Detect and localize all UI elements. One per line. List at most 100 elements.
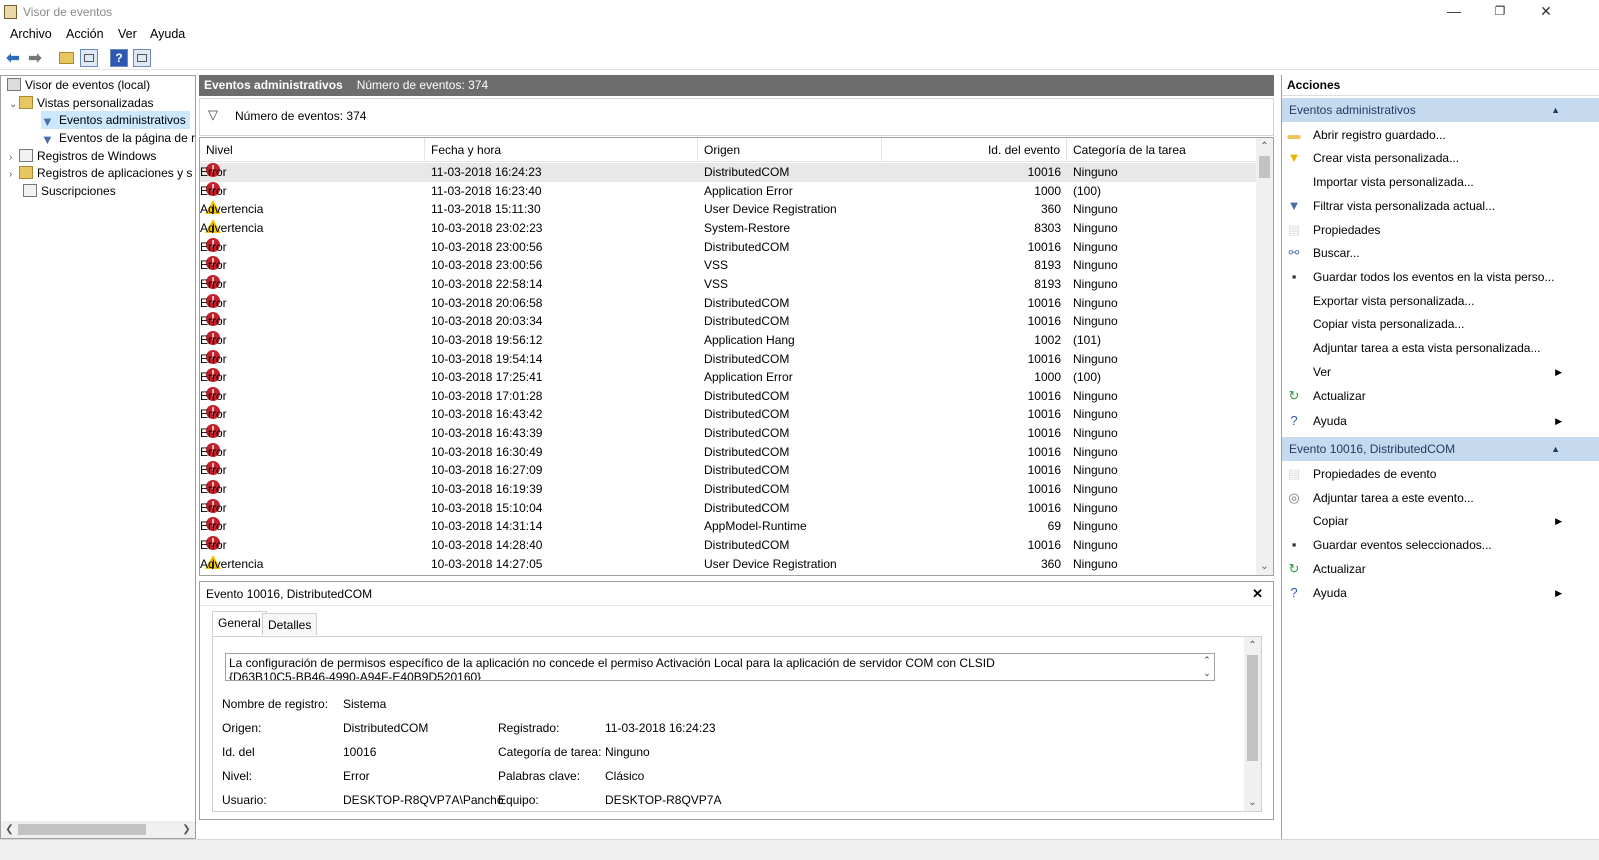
table-row[interactable]: ! Error 10-03-2018 23:00:56 VSS 8193 Ninguno bbox=[200, 256, 1258, 275]
center-header: Eventos administrativos Número de eventos… bbox=[199, 75, 1274, 96]
action-adjuntar-tarea-a-esta-vista-personalizada[interactable]: Adjuntar tarea a esta vista personalizad… bbox=[1282, 336, 1599, 360]
tree-item-subscriptions[interactable]: Suscripciones bbox=[23, 182, 116, 200]
back-arrow-icon[interactable]: ⬅ bbox=[4, 49, 22, 67]
table-row[interactable]: ! Error 10-03-2018 16:19:39 DistributedCOM 1… bbox=[200, 480, 1258, 499]
table-row[interactable]: ! Error 10-03-2018 19:54:14 DistributedCOM 1… bbox=[200, 349, 1258, 369]
action-label: Guardar eventos seleccionados... bbox=[1313, 538, 1492, 552]
help-icon[interactable]: ? bbox=[110, 49, 128, 67]
event-action-adjuntar-tarea-a-este-evento[interactable]: ◎ Adjuntar tarea a este evento... bbox=[1282, 486, 1599, 510]
tree-item-custom-views[interactable]: ⌄ Vistas personalizadas bbox=[9, 94, 154, 112]
source-value: DistributedCOM bbox=[343, 721, 429, 735]
table-row[interactable]: ! Error 10-03-2018 23:00:56 DistributedCOM 1… bbox=[200, 237, 1258, 257]
action-abrir-registro-guardado[interactable]: ▬ Abrir registro guardado... bbox=[1282, 123, 1599, 147]
table-row[interactable]: ! Error 10-03-2018 14:31:14 AppModel-Runtim… bbox=[200, 517, 1258, 536]
table-row[interactable]: ! Error 10-03-2018 17:25:41 Application Err… bbox=[200, 368, 1258, 387]
column-header-source[interactable]: Origen bbox=[698, 138, 882, 162]
action-importar-vista-personalizada[interactable]: Importar vista personalizada... bbox=[1282, 170, 1599, 194]
action-crear-vista-personalizada[interactable]: ▼ Crear vista personalizada... bbox=[1282, 146, 1599, 170]
refresh-icon: ↻ bbox=[1288, 388, 1300, 403]
event-id-cell: 10016 bbox=[1027, 407, 1061, 422]
event-action-guardar-eventos-seleccionados[interactable]: ▪ Guardar eventos seleccionados... bbox=[1282, 533, 1599, 557]
event-action-ayuda[interactable]: ? Ayuda ▶ bbox=[1282, 581, 1599, 605]
tree-item-app-logs[interactable]: › Registros de aplicaciones y s bbox=[9, 164, 192, 182]
table-row[interactable]: ! Advertencia 10-03-2018 23:02:23 System-Re… bbox=[200, 218, 1258, 238]
collapse-section-icon[interactable]: ▲ bbox=[1551, 437, 1560, 461]
table-row[interactable]: ! Advertencia 11-03-2018 15:11:30 User Devi… bbox=[200, 200, 1258, 219]
table-row[interactable]: ! Error 10-03-2018 20:03:34 DistributedCOM 1… bbox=[200, 312, 1258, 331]
expand-chevron-icon[interactable]: › bbox=[9, 166, 19, 184]
event-action-copiar[interactable]: Copiar ▶ bbox=[1282, 509, 1599, 533]
table-row[interactable]: ! Error 10-03-2018 16:43:39 DistributedCOM 1… bbox=[200, 424, 1258, 443]
action-buscar[interactable]: ⚯ Buscar... bbox=[1282, 241, 1599, 265]
actions-section-admin-events[interactable]: Eventos administrativos ▲ bbox=[1282, 98, 1599, 122]
column-header-event-id[interactable]: Id. del evento bbox=[882, 138, 1067, 162]
action-ayuda[interactable]: ? Ayuda ▶ bbox=[1282, 409, 1599, 433]
table-row[interactable]: ! Error 10-03-2018 16:27:09 DistributedCOM 1… bbox=[200, 461, 1258, 480]
tree-item-page-events[interactable]: ▼ Eventos de la página de r bbox=[41, 129, 195, 147]
table-row[interactable]: ! Error 10-03-2018 19:56:12 Application Han… bbox=[200, 330, 1258, 350]
table-row[interactable]: ! Error 10-03-2018 14:28:40 DistributedCOM 1… bbox=[200, 536, 1258, 555]
maximize-button[interactable]: ❐ bbox=[1477, 0, 1523, 24]
source-cell: DistributedCOM bbox=[704, 426, 790, 441]
tab-details[interactable]: Detalles bbox=[262, 613, 318, 635]
detail-vertical-scrollbar[interactable]: ⌃ ⌄ bbox=[1244, 637, 1261, 811]
filter-icon: ▼ bbox=[41, 114, 54, 129]
date-cell: 11-03-2018 16:24:23 bbox=[431, 165, 542, 179]
action-actualizar[interactable]: ↻ Actualizar bbox=[1282, 384, 1599, 408]
collapse-section-icon[interactable]: ▲ bbox=[1551, 98, 1560, 122]
table-row[interactable]: ! Advertencia 10-03-2018 14:27:05 User Devi… bbox=[200, 554, 1258, 574]
scrollbar-thumb[interactable] bbox=[18, 824, 146, 835]
action-propiedades[interactable]: ▤ Propiedades bbox=[1282, 218, 1599, 242]
menu-ver[interactable]: Ver bbox=[118, 27, 137, 41]
forward-arrow-icon[interactable]: ➡ bbox=[26, 49, 44, 67]
table-row[interactable]: ! Error 11-03-2018 16:23:40 Application Err… bbox=[200, 181, 1258, 201]
event-action-propiedades-de-evento[interactable]: ▤ Propiedades de evento bbox=[1282, 462, 1599, 486]
grid-vertical-scrollbar[interactable]: ⌃ ⌄ bbox=[1256, 138, 1273, 575]
scrollbar-thumb[interactable] bbox=[1259, 156, 1270, 178]
minimize-button[interactable]: — bbox=[1431, 0, 1477, 24]
scroll-down-icon[interactable]: ⌄ bbox=[1244, 794, 1261, 811]
table-row[interactable]: ! Error 10-03-2018 16:43:42 DistributedCOM 1… bbox=[200, 405, 1258, 424]
action-ver[interactable]: Ver ▶ bbox=[1282, 360, 1599, 384]
tree-item-root[interactable]: Visor de eventos (local) bbox=[7, 76, 150, 94]
scroll-down-icon[interactable]: ⌄ bbox=[1256, 558, 1273, 575]
menu-archivo[interactable]: Archivo bbox=[10, 27, 52, 41]
action-exportar-vista-personalizada[interactable]: Exportar vista personalizada... bbox=[1282, 289, 1599, 313]
close-detail-icon[interactable]: ✕ bbox=[1252, 582, 1263, 606]
action-filtrar-vista-personalizada-actual[interactable]: ▼ Filtrar vista personalizada actual... bbox=[1282, 194, 1599, 218]
folder-icon bbox=[19, 96, 33, 109]
event-action-actualizar[interactable]: ↻ Actualizar bbox=[1282, 557, 1599, 581]
tree-horizontal-scrollbar[interactable]: ❮ ❯ bbox=[1, 821, 195, 838]
find-icon: ⚯ bbox=[1288, 245, 1300, 260]
menu-ayuda[interactable]: Ayuda bbox=[150, 27, 185, 41]
close-window-button[interactable]: ✕ bbox=[1523, 0, 1569, 24]
scroll-left-icon[interactable]: ❮ bbox=[1, 821, 18, 838]
folder-up-icon[interactable] bbox=[57, 49, 75, 67]
table-row[interactable]: ! Error 10-03-2018 15:10:04 DistributedCOM 1… bbox=[200, 498, 1258, 518]
show-actions-icon[interactable] bbox=[133, 49, 151, 67]
column-header-date[interactable]: Fecha y hora bbox=[425, 138, 698, 162]
column-header-task-category[interactable]: Categoría de la tarea bbox=[1067, 138, 1258, 162]
table-row[interactable]: ! Error 11-03-2018 16:24:23 DistributedCOM 1… bbox=[200, 163, 1258, 182]
table-row[interactable]: ! Error 10-03-2018 17:01:28 DistributedCOM 1… bbox=[200, 386, 1258, 406]
menu-accion[interactable]: Acción bbox=[66, 27, 104, 41]
scroll-right-icon[interactable]: ❯ bbox=[178, 821, 195, 838]
tree-item-windows-logs[interactable]: › Registros de Windows bbox=[9, 147, 156, 165]
table-row[interactable]: ! Error 10-03-2018 16:30:49 DistributedCOM 1… bbox=[200, 442, 1258, 462]
actions-section-event[interactable]: Evento 10016, DistributedCOM ▲ bbox=[1282, 437, 1599, 461]
scroll-up-icon[interactable]: ⌃ bbox=[1256, 138, 1273, 155]
column-header-level[interactable]: Nivel bbox=[200, 138, 425, 162]
tab-general[interactable]: General bbox=[212, 611, 267, 635]
task-category-value: Ninguno bbox=[605, 745, 650, 759]
action-copiar-vista-personalizada[interactable]: Copiar vista personalizada... bbox=[1282, 312, 1599, 336]
collapse-chevron-icon[interactable]: ⌄ bbox=[9, 96, 19, 114]
table-row[interactable]: ! Error 10-03-2018 20:06:58 DistributedCOM 1… bbox=[200, 293, 1258, 313]
event-description[interactable]: La configuración de permisos específico … bbox=[225, 653, 1215, 681]
action-guardar-todos-los-eventos-en-la-vista-perso[interactable]: ▪ Guardar todos los eventos en la vista p… bbox=[1282, 265, 1599, 289]
scroll-up-icon[interactable]: ⌃ bbox=[1244, 637, 1261, 654]
description-scroll-arrows-icon[interactable]: ⌃ ⌄ bbox=[1200, 654, 1214, 680]
tree-item-admin-events[interactable]: ▼ Eventos administrativos bbox=[41, 111, 190, 129]
show-tree-icon[interactable] bbox=[80, 49, 98, 67]
scrollbar-thumb[interactable] bbox=[1247, 655, 1258, 761]
table-row[interactable]: ! Error 10-03-2018 22:58:14 VSS 8193 Ninguno bbox=[200, 274, 1258, 294]
